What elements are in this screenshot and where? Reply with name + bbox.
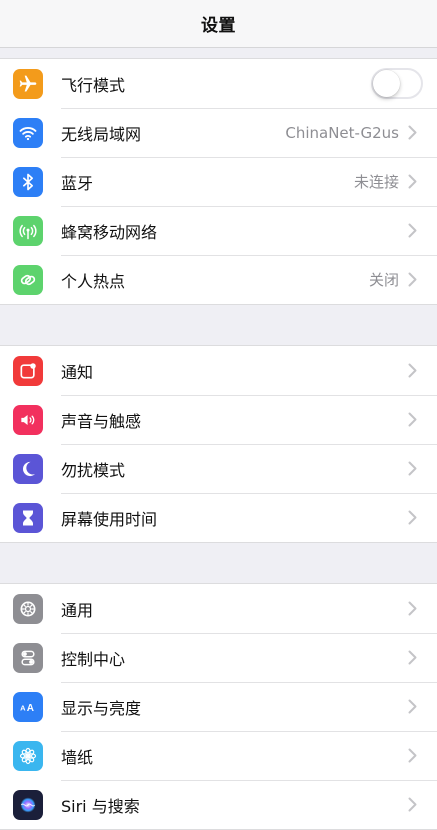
settings-group-notifications: 通知 声音与触感 勿扰模式 屏幕使用时间 bbox=[0, 345, 437, 543]
settings-row-label: 显示与亮度 bbox=[61, 698, 142, 718]
page-title: 设置 bbox=[201, 16, 236, 36]
settings-row-bluetooth[interactable]: 蓝牙 未连接 bbox=[0, 157, 437, 206]
chevron-right-icon bbox=[407, 412, 417, 428]
settings-row-label: Siri 与搜索 bbox=[61, 796, 140, 816]
wifi-icon bbox=[13, 117, 43, 148]
settings-row-label: 个人热点 bbox=[61, 271, 126, 291]
navigation-bar: 设置 bbox=[0, 0, 437, 48]
wifi-network-value: ChinaNet-G2us bbox=[285, 123, 399, 142]
settings-screen: 设置 飞行模式 无线局域网 ChinaNet-G2us 蓝牙 未连接 蜂窝移动网… bbox=[0, 0, 437, 830]
gear-icon bbox=[13, 593, 43, 624]
siri-icon bbox=[13, 789, 43, 820]
cellular-antenna-icon bbox=[13, 215, 43, 246]
section-spacer bbox=[0, 48, 437, 58]
settings-row-screen-time[interactable]: 屏幕使用时间 bbox=[0, 493, 437, 542]
chevron-right-icon bbox=[407, 601, 417, 617]
settings-row-general[interactable]: 通用 bbox=[0, 584, 437, 633]
settings-row-wallpaper[interactable]: 墙纸 bbox=[0, 731, 437, 780]
bluetooth-status-value: 未连接 bbox=[353, 173, 399, 191]
settings-row-display-brightness[interactable]: AA 显示与亮度 bbox=[0, 682, 437, 731]
settings-row-notifications[interactable]: 通知 bbox=[0, 346, 437, 395]
chevron-right-icon bbox=[407, 797, 417, 813]
settings-row-cellular[interactable]: 蜂窝移动网络 bbox=[0, 206, 437, 255]
settings-row-label: 屏幕使用时间 bbox=[61, 509, 158, 529]
notification-icon bbox=[13, 355, 43, 386]
section-spacer bbox=[0, 543, 437, 583]
moon-icon bbox=[13, 453, 43, 484]
hourglass-icon bbox=[13, 502, 43, 533]
chevron-right-icon bbox=[407, 363, 417, 379]
settings-row-label: 声音与触感 bbox=[61, 411, 142, 431]
settings-row-label: 勿扰模式 bbox=[61, 460, 126, 480]
chevron-right-icon bbox=[407, 174, 417, 190]
settings-row-label: 蓝牙 bbox=[61, 173, 94, 193]
svg-text:A: A bbox=[20, 703, 26, 712]
chevron-right-icon bbox=[407, 223, 417, 239]
chevron-right-icon bbox=[407, 272, 417, 288]
settings-row-wifi[interactable]: 无线局域网 ChinaNet-G2us bbox=[0, 108, 437, 157]
settings-row-label: 无线局域网 bbox=[61, 124, 142, 144]
hotspot-link-icon bbox=[13, 264, 43, 295]
chevron-right-icon bbox=[407, 748, 417, 764]
toggle-knob bbox=[373, 70, 400, 97]
hotspot-status-value: 关闭 bbox=[368, 271, 399, 289]
settings-row-control-center[interactable]: 控制中心 bbox=[0, 633, 437, 682]
settings-row-label: 通用 bbox=[61, 600, 94, 620]
text-size-icon: AA bbox=[13, 691, 43, 722]
settings-row-siri-search[interactable]: Siri 与搜索 bbox=[0, 780, 437, 829]
settings-row-airplane-mode[interactable]: 飞行模式 bbox=[0, 59, 437, 108]
settings-group-connectivity: 飞行模式 无线局域网 ChinaNet-G2us 蓝牙 未连接 蜂窝移动网络 个… bbox=[0, 58, 437, 305]
settings-row-label: 墙纸 bbox=[61, 747, 94, 767]
settings-row-label: 控制中心 bbox=[61, 649, 126, 669]
toggles-icon bbox=[13, 642, 43, 673]
airplane-icon bbox=[13, 68, 43, 99]
settings-row-sounds-haptics[interactable]: 声音与触感 bbox=[0, 395, 437, 444]
bluetooth-icon bbox=[13, 166, 43, 197]
svg-text:A: A bbox=[27, 702, 34, 713]
settings-group-general: 通用 控制中心 AA 显示与亮度 墙纸 Siri 与搜索 bbox=[0, 583, 437, 830]
speaker-icon bbox=[13, 404, 43, 435]
settings-row-do-not-disturb[interactable]: 勿扰模式 bbox=[0, 444, 437, 493]
chevron-right-icon bbox=[407, 650, 417, 666]
settings-row-personal-hotspot[interactable]: 个人热点 关闭 bbox=[0, 255, 437, 304]
settings-row-label: 蜂窝移动网络 bbox=[61, 222, 158, 242]
chevron-right-icon bbox=[407, 461, 417, 477]
chevron-right-icon bbox=[407, 125, 417, 141]
settings-row-label: 飞行模式 bbox=[61, 75, 126, 95]
flower-icon bbox=[13, 740, 43, 771]
chevron-right-icon bbox=[407, 510, 417, 526]
airplane-mode-toggle[interactable] bbox=[371, 68, 423, 99]
settings-row-label: 通知 bbox=[61, 362, 94, 382]
section-spacer bbox=[0, 305, 437, 345]
chevron-right-icon bbox=[407, 699, 417, 715]
